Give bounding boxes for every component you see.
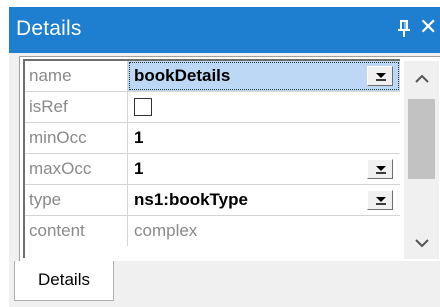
property-label: isRef <box>25 92 128 122</box>
name-value-combo[interactable]: bookDetails <box>128 61 400 91</box>
minocc-input[interactable]: 1 <box>128 123 400 153</box>
isref-value <box>128 92 400 122</box>
property-row-name[interactable]: name bookDetails <box>25 61 400 92</box>
scrollbar-thumb[interactable] <box>408 99 435 179</box>
chevron-down-icon <box>376 73 386 81</box>
close-icon[interactable]: ✕ <box>419 13 437 41</box>
chevron-down-icon <box>376 197 386 205</box>
isref-checkbox[interactable] <box>134 98 152 116</box>
dropdown-button[interactable] <box>367 159 393 179</box>
details-panel: Details ✕ name bookDetails isRef minOcc … <box>0 0 440 307</box>
panel-title: Details <box>16 17 82 40</box>
vertical-scrollbar[interactable] <box>404 61 439 259</box>
panel-titlebar: Details ✕ <box>9 7 440 53</box>
property-label: minOcc <box>25 123 128 153</box>
property-label: maxOcc <box>25 154 128 184</box>
chevron-down-icon <box>376 166 386 174</box>
dropdown-button[interactable] <box>367 66 393 86</box>
property-row-isref: isRef <box>25 92 400 123</box>
property-label: type <box>25 185 128 215</box>
property-grid-rows: name bookDetails isRef minOcc 1 maxOcc 1… <box>23 59 400 258</box>
property-row-content: content complex <box>25 216 400 247</box>
property-value: ns1:bookType <box>134 190 248 209</box>
scroll-up-icon[interactable] <box>404 61 439 95</box>
scroll-down-icon[interactable] <box>404 225 439 259</box>
type-value-combo[interactable]: ns1:bookType <box>128 185 400 215</box>
dropdown-button[interactable] <box>367 190 393 210</box>
property-row-minocc[interactable]: minOcc 1 <box>25 123 400 154</box>
pin-icon[interactable] <box>396 15 412 41</box>
content-value: complex <box>134 221 198 240</box>
panel-body: name bookDetails isRef minOcc 1 maxOcc 1… <box>9 53 440 307</box>
property-label: content <box>25 216 128 246</box>
maxocc-value-combo[interactable]: 1 <box>128 154 400 184</box>
property-row-maxocc[interactable]: maxOcc 1 <box>25 154 400 185</box>
property-value: 1 <box>134 159 144 178</box>
property-label: name <box>25 61 128 91</box>
property-value: bookDetails <box>134 66 231 85</box>
tab-details[interactable]: Details <box>14 261 114 301</box>
property-row-type[interactable]: type ns1:bookType <box>25 185 400 216</box>
property-grid: name bookDetails isRef minOcc 1 maxOcc 1… <box>19 56 440 261</box>
